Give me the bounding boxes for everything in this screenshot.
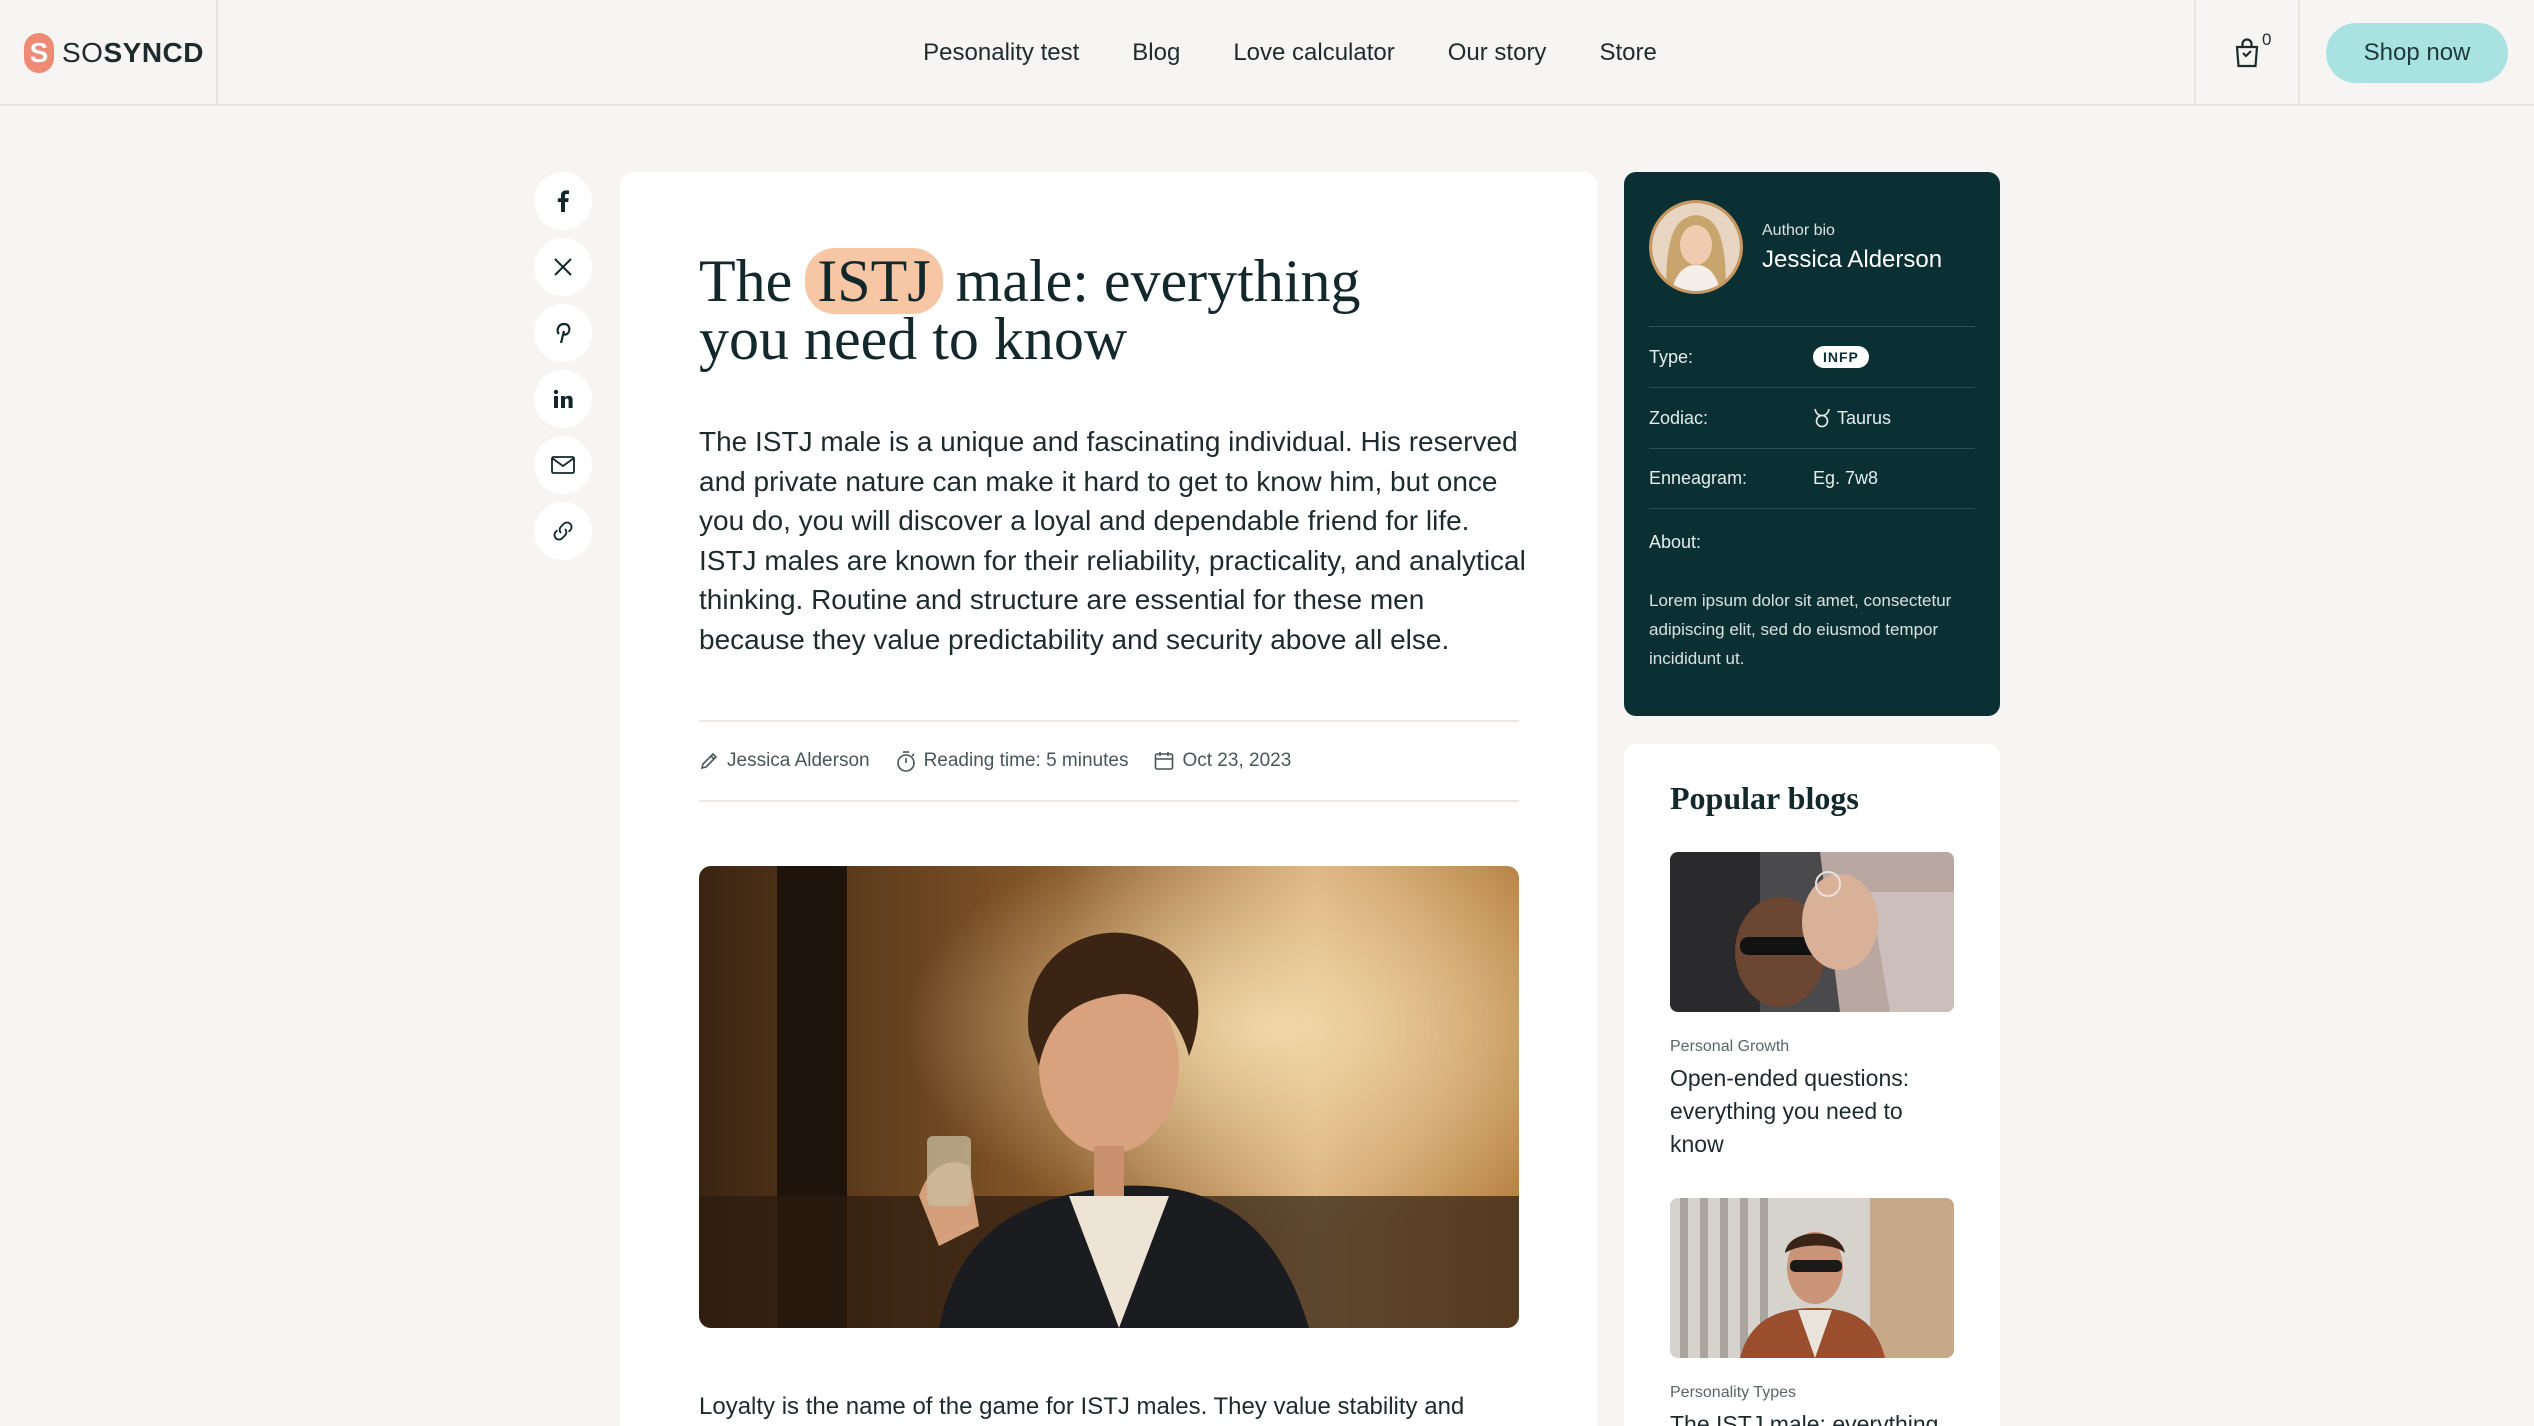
- shop-now-button[interactable]: Shop now: [2326, 23, 2508, 83]
- pinterest-icon: [556, 322, 571, 344]
- x-icon: [554, 258, 572, 276]
- stopwatch-icon: [896, 751, 915, 772]
- popular-blogs-title: Popular blogs: [1670, 780, 1859, 816]
- facebook-icon: [557, 190, 569, 212]
- type-label: Type:: [1649, 346, 1694, 367]
- meta-author: Jessica Alderson: [699, 750, 870, 772]
- taurus-icon: [1814, 408, 1830, 428]
- about-text: Lorem ipsum dolor sit amet, consectetur …: [1649, 591, 1952, 668]
- meta-date-text: Oct 23, 2023: [1182, 750, 1292, 771]
- popular-blog-1-title[interactable]: Open-ended questions: everything you nee…: [1670, 1062, 1940, 1161]
- author-name: Jessica Alderson: [1762, 246, 1943, 273]
- type-badge: INFP: [1813, 346, 1869, 368]
- author-type-row: Type: INFP: [1649, 326, 1975, 387]
- meta-date: Oct 23, 2023: [1154, 750, 1291, 772]
- article-body-paragraph: Loyalty is the name of the game for ISTJ…: [699, 1393, 1465, 1420]
- author-bio-card: Author bio Jessica Alderson Type: INFP Z…: [1624, 172, 2000, 716]
- article-title: The ISTJ male: everything you need to kn…: [699, 248, 1361, 372]
- popular-blogs-card: Popular blogs Personal Growth Open-ended…: [1624, 744, 2000, 1426]
- share-rail: [534, 172, 592, 560]
- share-x-button[interactable]: [534, 238, 592, 296]
- nav-item-personality-test[interactable]: Pesonality test: [923, 39, 1079, 67]
- popular-blog-2-image[interactable]: [1670, 1198, 1954, 1358]
- popular-blog-2-title[interactable]: The ISTJ male: everything: [1670, 1408, 1940, 1426]
- calendar-icon: [1155, 752, 1174, 770]
- zodiac-value: Taurus: [1837, 407, 1892, 428]
- popular-blog-1-image[interactable]: [1670, 852, 1954, 1012]
- title-highlight: ISTJ: [805, 248, 943, 314]
- nav-item-store[interactable]: Store: [1599, 39, 1656, 67]
- nav-item-love-calculator[interactable]: Love calculator: [1233, 39, 1394, 67]
- zodiac-value-group: Taurus: [1813, 408, 1891, 429]
- share-linkedin-button[interactable]: [534, 370, 592, 428]
- zodiac-label: Zodiac:: [1649, 407, 1709, 428]
- share-pinterest-button[interactable]: [534, 304, 592, 362]
- link-icon: [553, 521, 573, 541]
- popular-blog-1-category: Personal Growth: [1670, 1038, 1790, 1055]
- shopping-bag-icon: [2235, 38, 2259, 68]
- popular-blog-2-category: Personality Types: [1670, 1384, 1796, 1401]
- author-zodiac-row: Zodiac: Taurus: [1649, 387, 1975, 448]
- share-facebook-button[interactable]: [534, 172, 592, 230]
- mail-icon: [551, 456, 575, 474]
- cart-count-badge: 0: [2262, 30, 2272, 49]
- cart-button[interactable]: 0: [2194, 0, 2300, 106]
- author-enneagram-row: Enneagram: Eg. 7w8: [1649, 448, 1975, 509]
- article-meta: Jessica Alderson Reading time: 5 minutes…: [699, 720, 1519, 802]
- article-lead: The ISTJ male is a unique and fascinatin…: [699, 426, 1526, 655]
- meta-reading-time-text: Reading time: 5 minutes: [923, 750, 1129, 771]
- author-avatar: [1649, 200, 1743, 294]
- enneagram-value: Eg. 7w8: [1813, 468, 1879, 488]
- author-bio-label: Author bio: [1762, 222, 1835, 239]
- copy-link-button[interactable]: [534, 502, 592, 560]
- main-nav: Pesonality test Blog Love calculator Our…: [0, 0, 2534, 106]
- enneagram-label: Enneagram:: [1649, 468, 1748, 488]
- about-label: About:: [1649, 532, 1702, 552]
- nav-item-blog[interactable]: Blog: [1132, 39, 1180, 67]
- hero-image: [699, 866, 1519, 1328]
- share-email-button[interactable]: [534, 436, 592, 494]
- pencil-icon: [700, 752, 718, 770]
- nav-item-our-story[interactable]: Our story: [1448, 39, 1547, 67]
- linkedin-icon: [553, 389, 573, 408]
- site-header: S SOSYNCD Pesonality test Blog Love calc…: [0, 0, 2534, 106]
- meta-reading-time: Reading time: 5 minutes: [896, 750, 1129, 772]
- article-card: The ISTJ male: everything you need to kn…: [620, 172, 1598, 1426]
- meta-author-name: Jessica Alderson: [727, 750, 870, 771]
